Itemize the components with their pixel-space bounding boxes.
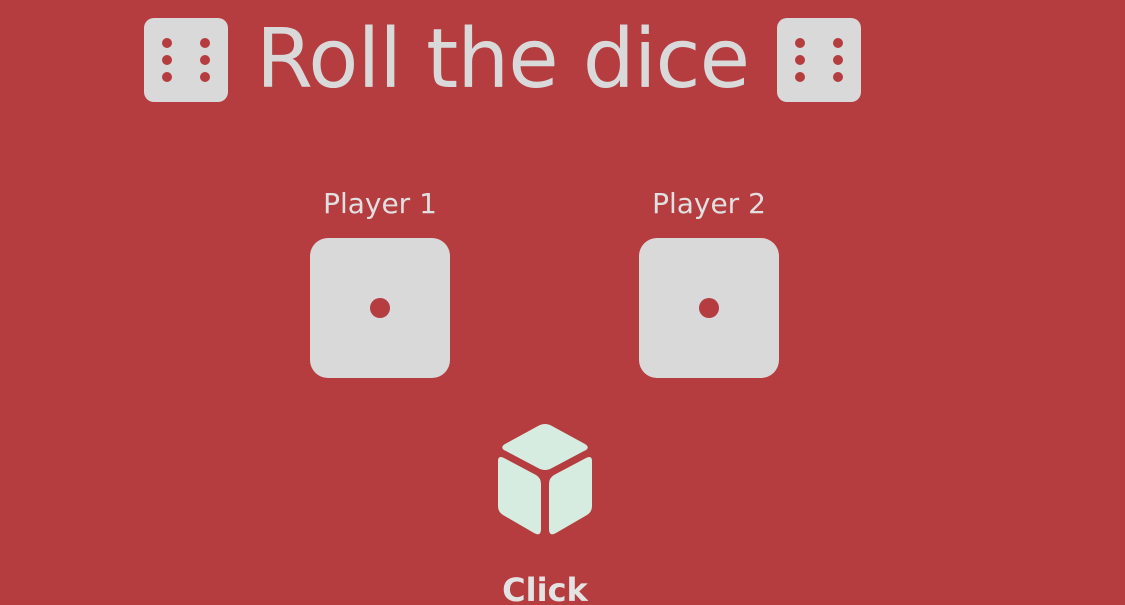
dice-six-icon bbox=[144, 18, 228, 102]
die-pip bbox=[370, 298, 390, 318]
roll-button[interactable]: Click bbox=[470, 415, 620, 605]
game-board: Roll the dice Player 1 Player 2 Click bbox=[0, 0, 1125, 605]
die-pip bbox=[699, 298, 719, 318]
player-label: Player 1 bbox=[323, 187, 437, 220]
player-2-panel: Player 2 bbox=[609, 186, 809, 378]
page-title: Roll the dice bbox=[256, 12, 750, 107]
dice-six-icon bbox=[777, 18, 862, 102]
roll-button-label: Click bbox=[502, 571, 588, 605]
player-1-panel: Player 1 bbox=[280, 186, 480, 378]
player-label: Player 2 bbox=[652, 187, 766, 220]
player-1-die bbox=[310, 238, 450, 378]
player-2-die bbox=[639, 238, 779, 378]
cube-icon bbox=[498, 424, 592, 535]
header: Roll the dice bbox=[144, 10, 862, 110]
